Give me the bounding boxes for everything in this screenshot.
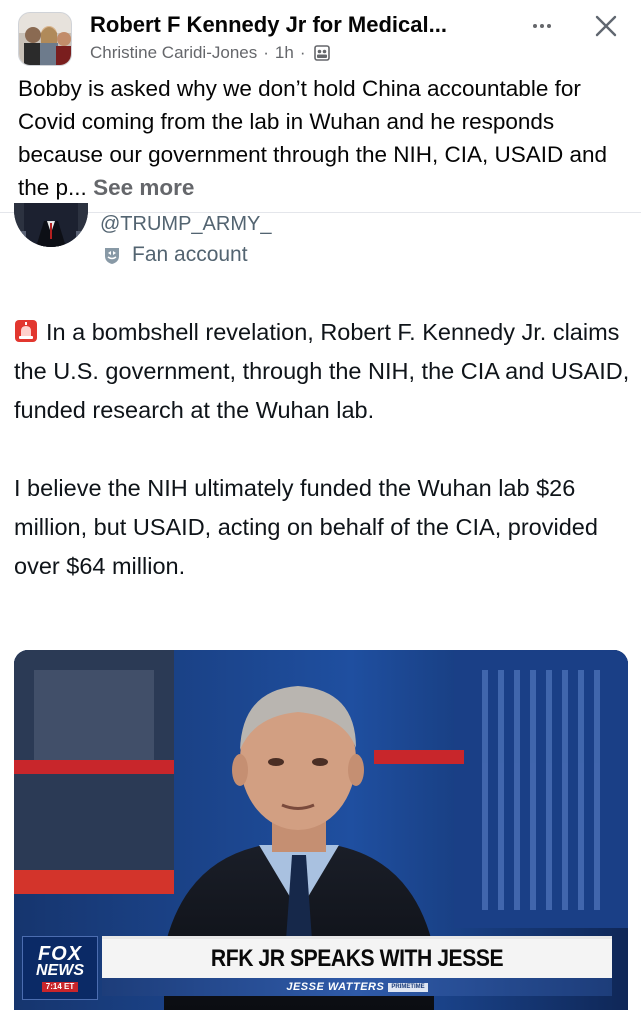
post-time[interactable]: 1h (275, 43, 294, 63)
tweet-text: In a bombshell revelation, Robert F. Ken… (14, 313, 634, 586)
meta-separator: · (263, 43, 269, 62)
author-name[interactable]: Christine Caridi-Jones (90, 43, 257, 63)
shared-tweet-image[interactable]: @TRUMP_ARMY_ Fan account In a bombshell … (0, 203, 641, 1024)
group-avatar[interactable] (18, 12, 72, 66)
lower-third-banner: FOX NEWS 7:14 ET RFK JR SPEAKS WITH JESS… (14, 928, 628, 1010)
fan-account-label: Fan account (132, 243, 248, 266)
tweet-handle: @TRUMP_ARMY_ (100, 213, 272, 235)
fox-news-logo: FOX NEWS 7:14 ET (22, 936, 98, 1000)
rotating-light-icon (14, 316, 38, 342)
show-name-bar: JESSE WATTERS PRIMETIME (102, 978, 612, 996)
news-video-still[interactable]: FOX NEWS 7:14 ET RFK JR SPEAKS WITH JESS… (14, 650, 628, 1010)
tweet-avatar (14, 203, 88, 247)
close-button[interactable] (592, 12, 620, 40)
tweet-paragraph-2: I believe the NIH ultimately funded the … (14, 475, 598, 579)
group-privacy-icon (313, 45, 330, 61)
network-line2: NEWS (36, 961, 84, 979)
fan-badge-icon (102, 245, 122, 265)
network-tag: 7:14 ET (41, 981, 79, 992)
see-more-link[interactable]: See more (93, 175, 194, 200)
headline-text: RFK JR SPEAKS WITH JESSE (210, 944, 504, 972)
fan-account-badge: Fan account (102, 243, 248, 267)
more-options-button[interactable] (526, 14, 558, 38)
tweet-paragraph-1: In a bombshell revelation, Robert F. Ken… (14, 313, 634, 430)
tweet-paragraph-1-text: In a bombshell revelation, Robert F. Ken… (14, 319, 630, 423)
group-name[interactable]: Robert F Kennedy Jr for Medical... (90, 12, 447, 38)
more-horizontal-icon (533, 24, 537, 28)
headline-bar: RFK JR SPEAKS WITH JESSE (102, 936, 612, 978)
post-header: Robert F Kennedy Jr for Medical... Chris… (0, 0, 641, 212)
network-line1: FOX (37, 942, 83, 965)
show-badge: PRIMETIME (388, 982, 428, 992)
meta-separator: · (299, 43, 306, 62)
close-icon (595, 15, 617, 37)
post-caption: Bobby is asked why we don’t hold China a… (18, 72, 628, 204)
post-meta: Christine Caridi-Jones · 1h · (90, 43, 330, 63)
show-name: JESSE WATTERS (286, 981, 385, 993)
